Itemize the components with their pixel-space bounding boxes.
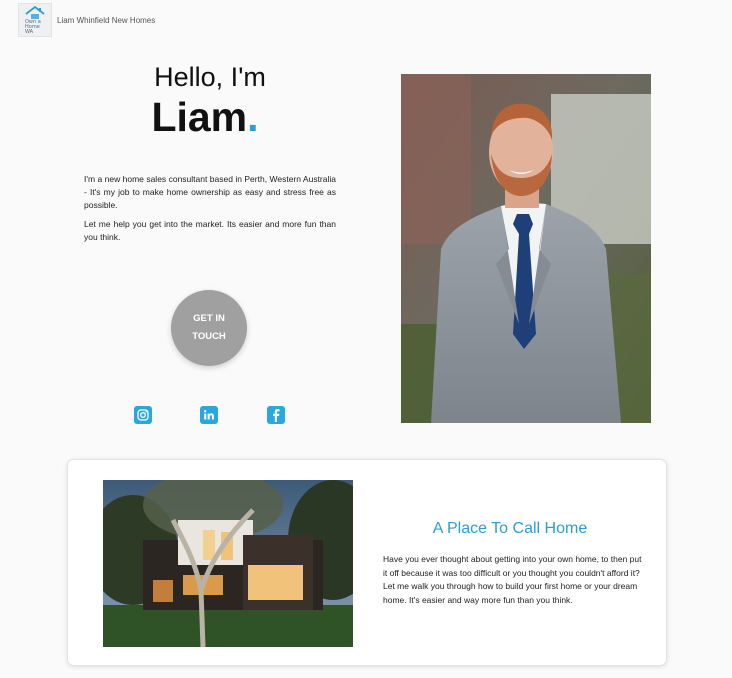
feature-card: A Place To Call Home Have you ever thoug… [67, 459, 667, 666]
site-name[interactable]: Liam Whinfield New Homes [57, 16, 155, 25]
intro-paragraph: Let me help you get into the market. Its… [84, 218, 336, 242]
portrait-photo [401, 74, 651, 423]
get-in-touch-label: GET IN TOUCH [192, 313, 226, 342]
house-logo-icon [25, 6, 45, 19]
feature-body: Have you ever thought about getting into… [383, 554, 642, 605]
house-photo [103, 480, 353, 647]
linkedin-icon[interactable] [200, 406, 218, 424]
feature-title: A Place To Call Home [432, 520, 588, 537]
hero-intro: I'm a new home sales consultant based in… [84, 173, 336, 249]
logo-text: Own a Home WA [25, 19, 41, 35]
hero-name: Liam. [90, 94, 320, 141]
site-header: Own a Home WA Liam Whinfield New Homes [18, 3, 155, 37]
hero-name-dot: . [247, 94, 259, 140]
intro-paragraph: I'm a new home sales consultant based in… [84, 174, 336, 211]
facebook-icon[interactable] [267, 406, 285, 424]
get-in-touch-button[interactable]: GET IN TOUCH [171, 290, 247, 366]
instagram-icon[interactable] [134, 406, 152, 424]
hero-name-text: Liam [151, 94, 248, 140]
hero-greeting: Hello, I'm [154, 62, 266, 92]
site-logo[interactable]: Own a Home WA [18, 3, 52, 37]
